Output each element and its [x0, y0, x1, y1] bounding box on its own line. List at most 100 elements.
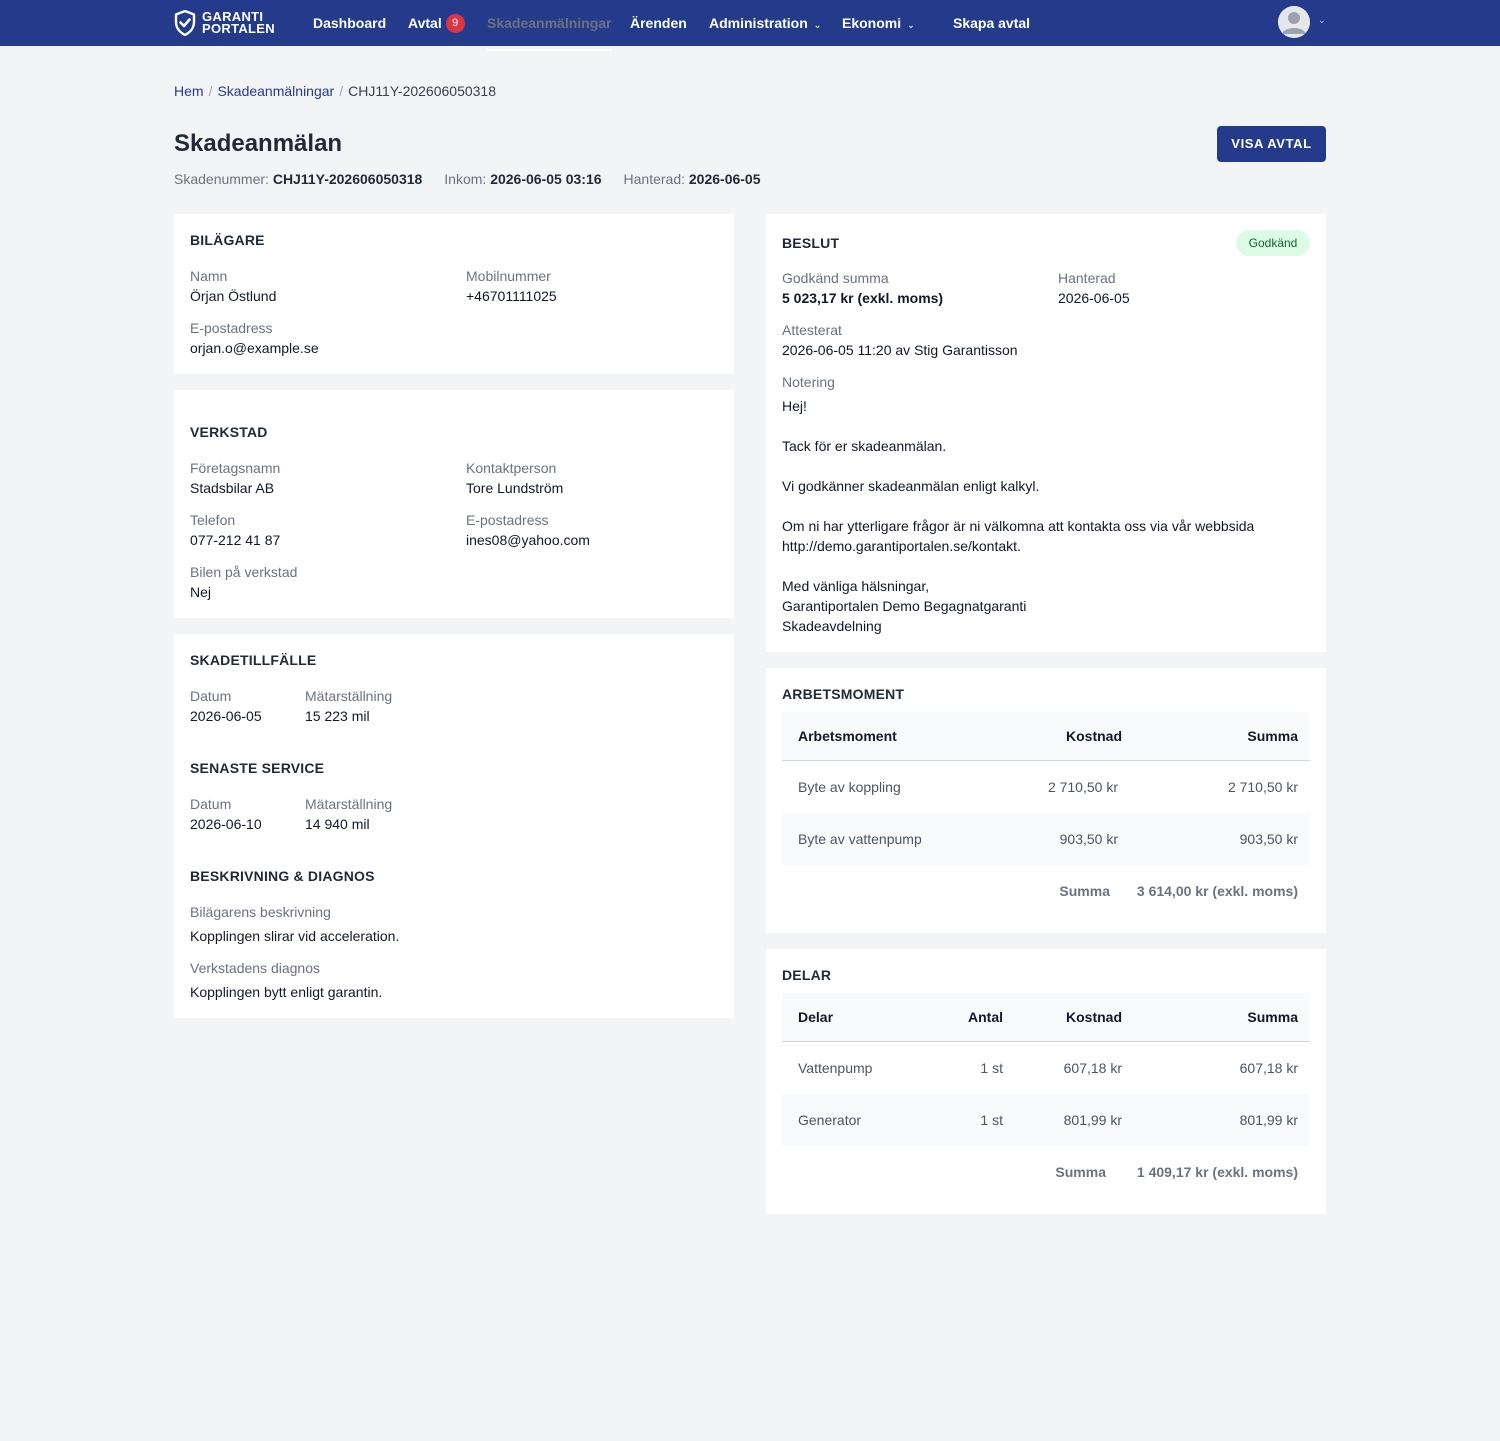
notering-line: Tack för er skadeanmälan.	[782, 438, 947, 454]
row-summa: 801,99 kr	[1239, 1112, 1298, 1128]
notering-line: Skadeavdelning	[782, 618, 882, 634]
row-antal: 1 st	[980, 1112, 1003, 1128]
nav-dashboard[interactable]: Dashboard	[313, 0, 386, 46]
kontakt-label: Kontaktperson	[466, 460, 557, 476]
shield-check-icon	[174, 10, 196, 36]
hanterad-value: 2026-06-05	[688, 171, 761, 187]
nav-skapa-avtal[interactable]: Skapa avtal	[953, 0, 1030, 46]
telefon-label: Telefon	[190, 512, 236, 528]
user-avatar[interactable]	[1278, 6, 1310, 38]
col-kostnad: Kostnad	[1066, 728, 1122, 744]
skadenummer-value: CHJ11Y-202606050318	[272, 171, 423, 187]
chevron-down-icon: ⌄	[813, 20, 822, 30]
namn-value: Örjan Östlund	[190, 288, 277, 304]
row-name: Byte av vattenpump	[798, 831, 922, 847]
row-name: Vattenpump	[798, 1060, 873, 1076]
col-summa: Summa	[1247, 1009, 1298, 1025]
senaste-service-heading: SENASTE SERVICE	[190, 760, 325, 776]
breadcrumb-skadeanmalningar[interactable]: Skadeanmälningar	[217, 83, 334, 99]
service-matar-label: Mätarställning	[305, 796, 393, 812]
skadetillfalle-heading: SKADETILLFÄLLE	[190, 652, 317, 668]
row-kostnad: 2 710,50 kr	[1047, 779, 1118, 795]
notering-label: Notering	[782, 374, 835, 390]
breadcrumb-separator: /	[339, 83, 344, 99]
notering-line: Garantiportalen Demo Begagnatgaranti	[782, 598, 1027, 614]
verkstad-epost-label: E-postadress	[466, 512, 549, 528]
total-value: 1 409,17 kr (exkl. moms)	[1136, 1164, 1298, 1180]
row-antal: 1 st	[980, 1060, 1003, 1076]
nav-ekonomi[interactable]: Ekonomi ⌄	[842, 0, 915, 46]
bilagare-heading: BILÄGARE	[190, 232, 265, 248]
mobil-label: Mobilnummer	[466, 268, 551, 284]
notering-line: Vi godkänner skadeanmälan enligt kalkyl.	[782, 478, 1040, 494]
mobil-value: +46701111025	[466, 288, 557, 304]
row-kostnad: 903,50 kr	[1059, 831, 1118, 847]
beslut-hanterad-label: Hanterad	[1058, 270, 1116, 286]
notering-line: Hej!	[782, 398, 807, 414]
kontakt-value: Tore Lundström	[466, 480, 564, 496]
logo-text: GARANTI PORTALEN	[202, 9, 275, 36]
verkstad-heading: VERKSTAD	[190, 424, 268, 440]
beslut-heading: BESLUT	[782, 235, 840, 251]
datum-label: Datum	[190, 688, 232, 704]
row-name: Byte av koppling	[798, 779, 901, 795]
matar-label: Mätarställning	[305, 688, 393, 704]
matar-value: 15 223 mil	[305, 708, 370, 724]
row-name: Generator	[798, 1112, 862, 1128]
avtal-count-badge: 9	[445, 13, 465, 33]
row-summa: 903,50 kr	[1239, 831, 1298, 847]
claim-meta: Skadenummer: CHJ11Y-202606050318 Inkom: 2…	[174, 171, 783, 187]
epost-label: E-postadress	[190, 320, 273, 336]
inkom-label: Inkom:	[444, 171, 487, 187]
notering-line: http://demo.garantiportalen.se/kontakt.	[782, 538, 1021, 554]
chevron-down-icon[interactable]: ⌄	[1318, 15, 1326, 26]
user-icon	[1278, 6, 1310, 38]
nav-arenden[interactable]: Ärenden	[630, 0, 687, 46]
namn-label: Namn	[190, 268, 228, 284]
bilen-label: Bilen på verkstad	[190, 564, 298, 580]
foretag-value: Stadsbilar AB	[190, 480, 275, 496]
breadcrumb: Hem / Skadeanmälningar / CHJ11Y-202606050318	[174, 83, 496, 99]
nav-avtal[interactable]: Avtal 9	[408, 0, 465, 46]
col-summa: Summa	[1247, 728, 1298, 744]
verkstad-epost-value: ines08@yahoo.com	[466, 532, 590, 548]
foretag-label: Företagsnamn	[190, 460, 281, 476]
logo[interactable]: GARANTI PORTALEN	[174, 8, 275, 38]
beslut-hanterad-value: 2026-06-05	[1058, 290, 1130, 306]
verkstadens-diagnos-label: Verkstadens diagnos	[190, 960, 320, 976]
service-datum-label: Datum	[190, 796, 232, 812]
visa-avtal-button[interactable]: VISA AVTAL	[1217, 126, 1326, 162]
page-title: Skadeanmälan	[174, 130, 343, 157]
notering-line: Om ni har ytterligare frågor är ni välko…	[782, 518, 1255, 534]
row-summa: 607,18 kr	[1239, 1060, 1298, 1076]
beskrivning-heading: BESKRIVNING & DIAGNOS	[190, 868, 375, 884]
breadcrumb-separator: /	[208, 83, 213, 99]
row-kostnad: 607,18 kr	[1063, 1060, 1122, 1076]
skadenummer-label: Skadenummer:	[174, 171, 269, 187]
row-summa: 2 710,50 kr	[1227, 779, 1298, 795]
total-label: Summa	[1055, 1164, 1106, 1180]
epost-value: orjan.o@example.se	[190, 340, 319, 356]
bilen-value: Nej	[190, 584, 212, 600]
nav-administration[interactable]: Administration ⌄	[709, 0, 821, 46]
attesterat-label: Attesterat	[782, 322, 842, 338]
chevron-down-icon: ⌄	[907, 20, 915, 30]
verkstadens-diagnos-value: Kopplingen bytt enligt garantin.	[190, 984, 383, 1000]
attesterat-value: 2026-06-05 11:20 av Stig Garantisson	[782, 342, 1018, 358]
godkand-summa-value: 5 023,17 kr (exkl. moms)	[782, 290, 944, 306]
service-matar-value: 14 940 mil	[305, 816, 370, 832]
arbetsmoment-heading: ARBETSMOMENT	[782, 686, 905, 702]
col-kostnad: Kostnad	[1066, 1009, 1122, 1025]
top-navbar: GARANTI PORTALEN Dashboard Avtal 9 Skadea…	[0, 0, 1500, 51]
breadcrumb-home[interactable]: Hem	[174, 83, 204, 99]
total-value: 3 614,00 kr (exkl. moms)	[1136, 883, 1298, 899]
bilagarens-beskrivning-value: Kopplingen slirar vid acceleration.	[190, 928, 400, 944]
status-badge: Godkänd	[1236, 230, 1310, 256]
bilagarens-beskrivning-label: Bilägarens beskrivning	[190, 904, 331, 920]
total-label: Summa	[1059, 883, 1110, 899]
col-delar: Delar	[798, 1009, 834, 1025]
datum-value: 2026-06-05	[190, 708, 262, 724]
delar-heading: DELAR	[782, 967, 832, 983]
col-arbetsmoment: Arbetsmoment	[798, 728, 897, 744]
godkand-summa-label: Godkänd summa	[782, 270, 889, 286]
